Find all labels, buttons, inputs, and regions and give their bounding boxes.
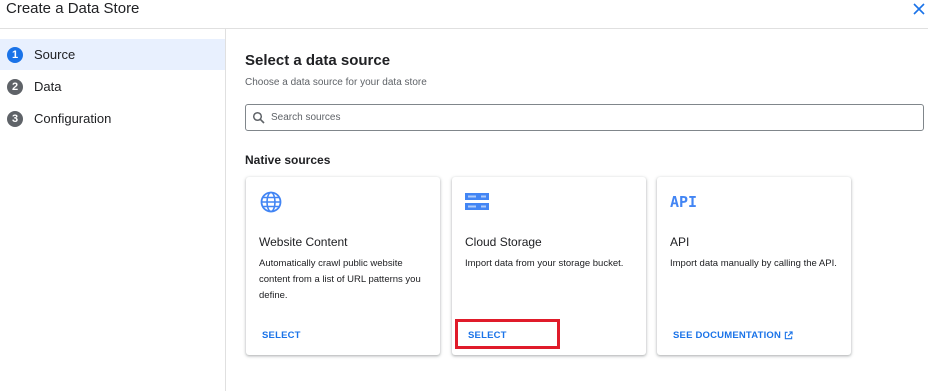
step-number: 2	[7, 78, 23, 95]
card-description: Import data from your storage bucket.	[465, 258, 624, 269]
card-description: Automatically crawl public website conte…	[259, 258, 421, 301]
page-subtitle: Choose a data source for your data store	[245, 77, 427, 88]
dialog-title: Create a Data Store	[6, 0, 140, 17]
card-title: Cloud Storage	[465, 235, 542, 249]
step-label: Source	[34, 47, 76, 62]
link-label: SEE DOCUMENTATION	[673, 330, 782, 341]
step-number: 1	[7, 46, 23, 63]
search-box[interactable]	[245, 104, 924, 131]
page-title: Select a data source	[245, 52, 391, 69]
step-configuration[interactable]: 3 Configuration	[0, 103, 225, 134]
api-icon: API	[670, 193, 698, 211]
close-button[interactable]	[910, 0, 928, 18]
storage-icon	[465, 193, 489, 210]
step-label: Data	[34, 79, 62, 94]
globe-icon	[260, 191, 282, 213]
step-source[interactable]: 1 Source	[0, 39, 225, 70]
close-icon	[913, 3, 925, 15]
see-documentation-link[interactable]: SEE DOCUMENTATION	[673, 330, 793, 341]
card-website-content[interactable]: Website Content Automatically crawl publ…	[246, 177, 440, 355]
step-number: 3	[7, 110, 23, 127]
stepper-sidebar: 1 Source 2 Data 3 Configuration	[0, 29, 226, 391]
card-title: API	[670, 235, 690, 249]
step-label: Configuration	[34, 111, 112, 126]
search-icon	[252, 111, 265, 124]
card-api[interactable]: API API Import data manually by calling …	[657, 177, 851, 355]
external-link-icon	[784, 331, 793, 340]
card-title: Website Content	[259, 235, 348, 249]
step-data[interactable]: 2 Data	[0, 71, 225, 102]
dialog-header: Create a Data Store	[0, 0, 928, 29]
card-description: Import data manually by calling the API.	[670, 258, 837, 269]
select-button[interactable]: SELECT	[262, 330, 301, 341]
highlight-box	[455, 319, 560, 349]
search-input[interactable]	[269, 111, 873, 124]
section-title: Native sources	[245, 153, 331, 167]
